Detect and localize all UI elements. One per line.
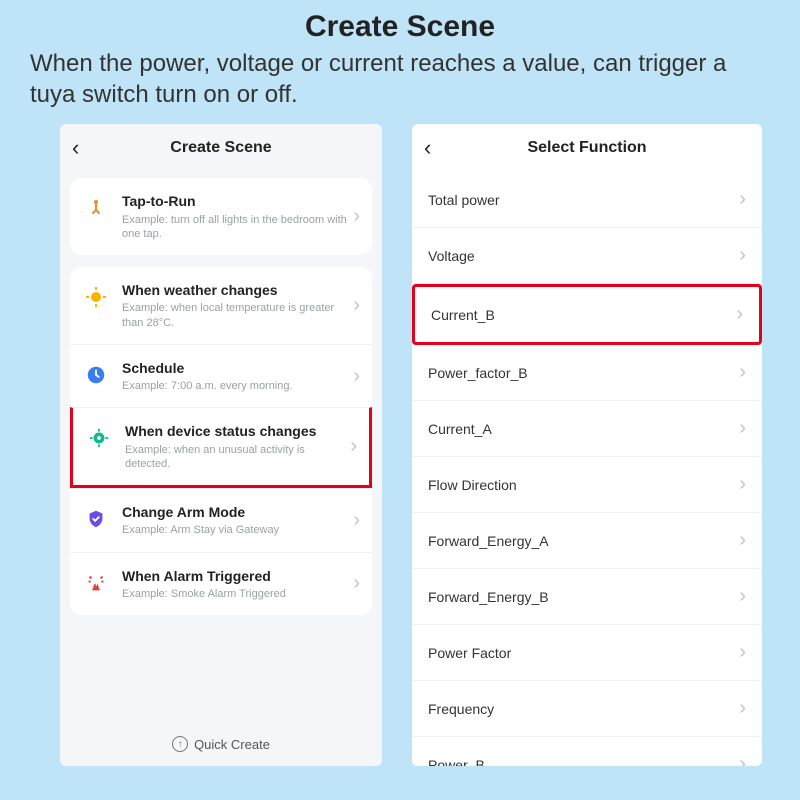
chevron-right-icon: › [353, 205, 360, 228]
chevron-right-icon: › [350, 435, 357, 458]
scene-option-title: Schedule [122, 359, 353, 377]
scene-option-tap-to-run[interactable]: Tap-to-Run Example: turn off all lights … [70, 178, 372, 255]
function-item[interactable]: Frequency› [412, 681, 762, 737]
chevron-right-icon: › [739, 244, 746, 267]
function-item[interactable]: Power_B› [412, 737, 762, 766]
function-item[interactable]: Current_B› [412, 284, 762, 345]
chevron-right-icon: › [353, 365, 360, 388]
scene-option-desc: Example: Smoke Alarm Triggered [122, 587, 353, 601]
chevron-right-icon: › [739, 417, 746, 440]
page-root: Create Scene When the power, voltage or … [0, 0, 800, 800]
scene-option-device-status[interactable]: When device status changes Example: when… [70, 407, 372, 488]
chevron-right-icon: › [739, 188, 746, 211]
function-label: Forward_Energy_A [428, 533, 739, 549]
function-item[interactable]: Power Factor› [412, 625, 762, 681]
function-list: Total power›Voltage›Current_B›Power_fact… [412, 172, 762, 766]
function-item[interactable]: Current_A› [412, 401, 762, 457]
function-label: Frequency [428, 701, 739, 717]
chevron-right-icon: › [739, 361, 746, 384]
schedule-icon [82, 361, 110, 389]
chevron-right-icon: › [739, 585, 746, 608]
scene-option-desc: Example: when an unusual activity is det… [125, 443, 350, 472]
function-label: Total power [428, 192, 739, 208]
function-label: Flow Direction [428, 477, 739, 493]
select-function-panel: ‹ Select Function Total power›Voltage›Cu… [412, 124, 762, 766]
quick-create-label: Quick Create [194, 737, 270, 752]
scene-option-desc: Example: 7:00 a.m. every morning. [122, 379, 353, 393]
scene-option-weather[interactable]: When weather changes Example: when local… [70, 267, 372, 344]
scene-option-schedule[interactable]: Schedule Example: 7:00 a.m. every mornin… [70, 344, 372, 407]
scene-option-title: When weather changes [122, 281, 353, 299]
function-label: Power Factor [428, 645, 739, 661]
function-label: Power_factor_B [428, 365, 739, 381]
arrow-up-icon: ↑ [172, 736, 188, 752]
page-subtitle: When the power, voltage or current reach… [0, 44, 800, 110]
phones-container: ‹ Create Scene Tap-to-Run Example: turn … [0, 110, 800, 766]
create-scene-panel: ‹ Create Scene Tap-to-Run Example: turn … [60, 124, 382, 766]
arm-icon [82, 505, 110, 533]
chevron-right-icon: › [739, 473, 746, 496]
scene-option-title: When device status changes [125, 422, 350, 440]
function-item[interactable]: Total power› [412, 172, 762, 228]
function-item[interactable]: Forward_Energy_B› [412, 569, 762, 625]
scene-option-desc: Example: turn off all lights in the bedr… [122, 213, 353, 242]
scene-option-title: When Alarm Triggered [122, 567, 353, 585]
create-scene-header: ‹ Create Scene [60, 124, 382, 172]
function-label: Forward_Energy_B [428, 589, 739, 605]
weather-icon [82, 283, 110, 311]
select-function-header: ‹ Select Function [412, 124, 762, 172]
function-item[interactable]: Flow Direction› [412, 457, 762, 513]
scene-option-alarm[interactable]: When Alarm Triggered Example: Smoke Alar… [70, 552, 372, 615]
alarm-icon [82, 569, 110, 597]
function-label: Current_A [428, 421, 739, 437]
scene-option-desc: Example: when local temperature is great… [122, 301, 353, 330]
scene-option-title: Change Arm Mode [122, 503, 353, 521]
function-item[interactable]: Voltage› [412, 228, 762, 284]
quick-create-button[interactable]: ↑ Quick Create [60, 722, 382, 766]
create-scene-header-title: Create Scene [72, 139, 370, 157]
chevron-right-icon: › [353, 294, 360, 317]
scene-option-title: Tap-to-Run [122, 192, 353, 210]
function-label: Power_B [428, 757, 739, 767]
chevron-right-icon: › [739, 697, 746, 720]
page-title: Create Scene [0, 0, 800, 44]
chevron-right-icon: › [739, 529, 746, 552]
function-label: Current_B [431, 307, 736, 323]
scene-option-group: When weather changes Example: when local… [70, 267, 372, 615]
scene-option-desc: Example: Arm Stay via Gateway [122, 523, 353, 537]
chevron-right-icon: › [739, 753, 746, 766]
device-icon [85, 424, 113, 452]
function-label: Voltage [428, 248, 739, 264]
chevron-right-icon: › [736, 303, 743, 326]
function-item[interactable]: Forward_Energy_A› [412, 513, 762, 569]
scene-option-arm-mode[interactable]: Change Arm Mode Example: Arm Stay via Ga… [70, 488, 372, 551]
chevron-right-icon: › [353, 572, 360, 595]
chevron-right-icon: › [739, 641, 746, 664]
tap-icon [82, 194, 110, 222]
chevron-right-icon: › [353, 509, 360, 532]
select-function-header-title: Select Function [424, 139, 750, 157]
create-scene-content: Tap-to-Run Example: turn off all lights … [60, 172, 382, 722]
function-item[interactable]: Power_factor_B› [412, 345, 762, 401]
